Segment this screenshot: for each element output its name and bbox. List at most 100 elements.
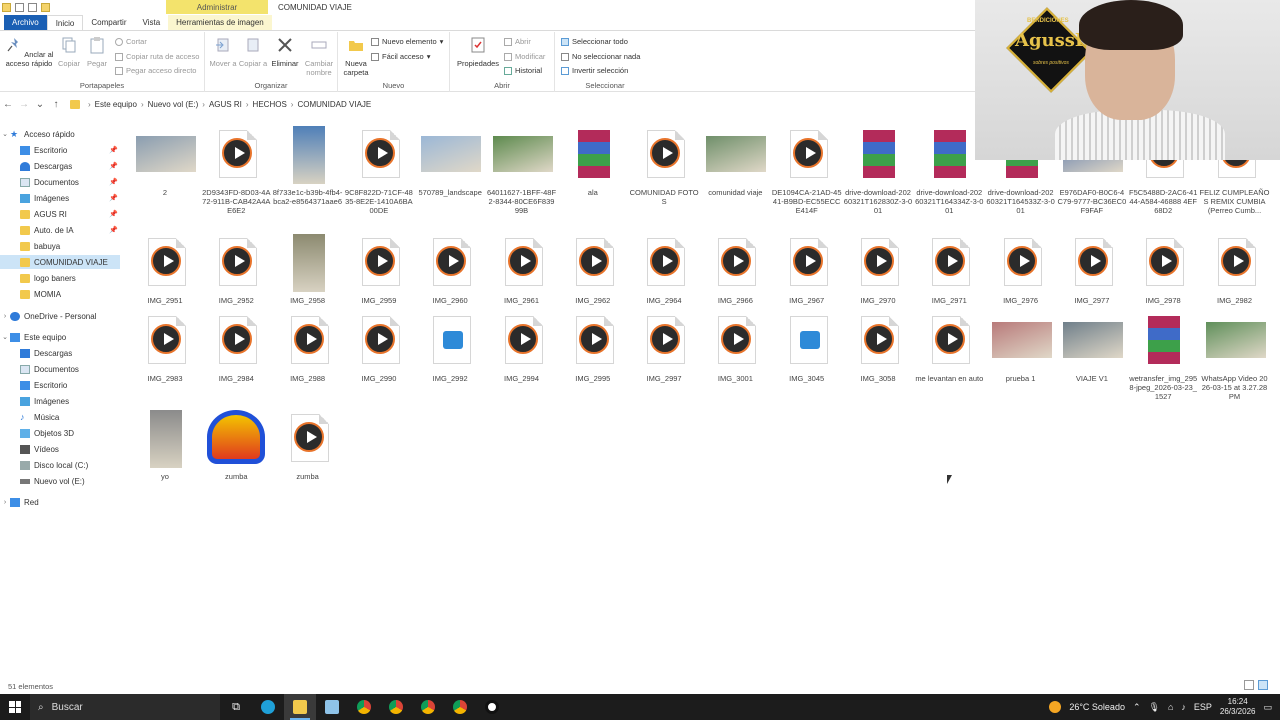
file-item[interactable]: zumba [273,408,343,481]
taskbar-search[interactable]: ⌕ Buscar [30,694,220,720]
tab-inicio[interactable]: Inicio [46,15,84,30]
nav-pc-documentos[interactable]: Documentos [0,362,120,376]
historial-button[interactable]: Historial [504,66,542,75]
chrome-app-3[interactable] [412,694,444,720]
file-item[interactable]: 2D9343FD-8D03-4A72-911B-CAB42A4AE6E2 [201,124,271,215]
propiedades-button[interactable]: Propiedades [456,36,500,68]
nav-agus-ri[interactable]: AGUS RI 📌 [0,207,120,221]
nav-babuya[interactable]: babuya [0,239,120,253]
weather-icon[interactable] [1049,701,1062,713]
breadcrumb-item[interactable]: Este equipo [95,100,137,109]
file-item[interactable]: 8f733e1c-b39b-4fb4-bca2-e8564371aae6 [273,124,343,206]
file-item[interactable]: IMG_2952 [201,232,271,305]
clock[interactable]: 16:24 26/3/2026 [1220,697,1256,717]
large-icons-view-button[interactable] [1258,680,1268,690]
details-view-button[interactable] [1244,680,1254,690]
file-item[interactable]: COMUNIDAD FOTOS [629,124,699,206]
seleccionar-todo-button[interactable]: Seleccionar todo [561,37,628,46]
file-item[interactable]: IMG_2970 [843,232,913,305]
file-item[interactable]: drive-download-20260321T164334Z-3-001 [914,124,984,215]
notepad-app[interactable] [316,694,348,720]
abrir-button[interactable]: Abrir [504,37,531,46]
language-indicator[interactable]: ESP [1194,702,1212,712]
file-item[interactable]: 2 [130,124,200,197]
tab-herramientas-imagen[interactable]: Herramientas de imagen [168,15,272,30]
file-item[interactable]: IMG_2982 [1200,232,1270,305]
copiar-ruta-button[interactable]: Copiar ruta de acceso [115,52,199,61]
nav-acceso-rapido[interactable]: ⌄ ★ Acceso rápido [0,127,120,141]
chrome-app-1[interactable] [348,694,380,720]
file-item[interactable]: IMG_2997 [629,310,699,383]
file-item[interactable]: IMG_2967 [772,232,842,305]
nav-imagenes[interactable]: Imágenes 📌 [0,191,120,205]
up-button[interactable]: ↑ [48,99,64,110]
forward-button[interactable]: → [16,99,32,110]
network-icon[interactable]: ⌂ [1168,702,1173,712]
nav-pc-objetos-3d[interactable]: Objetos 3D [0,426,120,440]
cambiar-nombre-button[interactable]: Cambiar nombre [302,36,336,77]
file-item[interactable]: yo [130,408,200,481]
copiar-a-button[interactable]: Copiar a [238,36,268,68]
file-item[interactable]: IMG_2960 [415,232,485,305]
file-item[interactable]: IMG_2966 [700,232,770,305]
file-item[interactable]: IMG_2992 [415,310,485,383]
file-item[interactable]: IMG_2964 [629,232,699,305]
nav-este-equipo[interactable]: ⌄ Este equipo [0,330,120,344]
weather-text[interactable]: 26°C Soleado [1069,702,1125,712]
recent-locations-button[interactable]: ⌄ [32,99,48,110]
capcut-app[interactable] [476,694,508,720]
tab-archivo[interactable]: Archivo [4,15,47,30]
tab-vista[interactable]: Vista [135,15,169,30]
file-item[interactable]: IMG_2976 [986,232,1056,305]
breadcrumb[interactable]: › Este equipo › Nuevo vol (E:) › AGUS RI… [70,99,371,109]
file-item[interactable]: zumba [201,408,271,481]
nav-logo-baners[interactable]: logo baners [0,271,120,285]
nav-comunidad-viaje[interactable]: COMUNIDAD VIAJE [0,255,120,269]
chevron-up-icon[interactable]: ⌃ [1133,702,1141,713]
file-item[interactable]: WhatsApp Video 2026-03-15 at 3.27.28 PM [1200,310,1270,401]
eliminar-button[interactable]: Eliminar [270,36,300,68]
properties-icon[interactable] [15,2,24,12]
new-folder-icon[interactable] [41,2,50,12]
task-view-button[interactable]: ⧉ [220,694,252,720]
file-item[interactable]: prueba 1 [986,310,1056,383]
nav-documentos[interactable]: Documentos 📌 [0,175,120,189]
file-item[interactable]: IMG_2994 [487,310,557,383]
undo-icon[interactable] [28,2,37,12]
nav-pc-nuevo-vol[interactable]: Nuevo vol (E:) [0,474,120,488]
cortar-button[interactable]: Cortar [115,37,147,46]
file-item[interactable]: IMG_2978 [1128,232,1198,305]
tab-compartir[interactable]: Compartir [83,15,134,30]
anclar-button[interactable]: Anclar al acceso rápido [4,36,54,68]
pegar-acceso-button[interactable]: Pegar acceso directo [115,66,196,75]
chrome-app-2[interactable] [380,694,412,720]
nav-momia[interactable]: MOMIA [0,287,120,301]
file-item[interactable]: IMG_3058 [843,310,913,383]
nueva-carpeta-button[interactable]: Nueva carpeta [340,36,372,77]
file-item[interactable]: IMG_2959 [344,232,414,305]
file-item[interactable]: VIAJE V1 [1057,310,1127,383]
nav-pc-musica[interactable]: ♪ Música [0,410,120,424]
file-item[interactable]: IMG_2962 [558,232,628,305]
file-item[interactable]: comunidad viaje [700,124,770,197]
file-item[interactable]: IMG_2995 [558,310,628,383]
breadcrumb-item[interactable]: Nuevo vol (E:) [148,100,199,109]
chrome-app-4[interactable] [444,694,476,720]
file-item[interactable]: IMG_2951 [130,232,200,305]
file-explorer-app[interactable] [284,694,316,720]
start-button[interactable] [0,694,30,720]
file-item[interactable]: me levantan en auto [914,310,984,383]
contextual-tab-administrar[interactable]: Administrar [166,0,268,14]
nav-auto-ia[interactable]: Auto. de IA 📌 [0,223,120,237]
file-item[interactable]: IMG_2958 [273,232,343,305]
file-item[interactable]: DE1094CA-21AD-4541-B9BD-EC55ECCE414F [772,124,842,215]
breadcrumb-item[interactable]: AGUS RI [209,100,242,109]
file-item[interactable]: 64011627-1BFF-48F2-8344-80CE6F83999B [487,124,557,215]
nav-pc-imagenes[interactable]: Imágenes [0,394,120,408]
file-item[interactable]: 570789_landscape [415,124,485,197]
microphone-icon[interactable]: 🎙 [1149,702,1160,713]
mover-button[interactable]: Mover a [208,36,238,68]
file-item[interactable]: IMG_2983 [130,310,200,383]
file-item[interactable]: IMG_2971 [914,232,984,305]
invertir-seleccion-button[interactable]: Invertir selección [561,66,628,75]
